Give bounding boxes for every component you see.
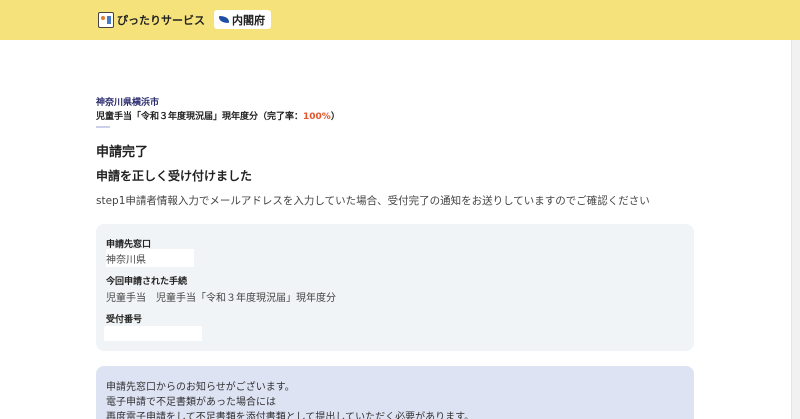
receipt-number-box — [104, 326, 202, 341]
procedure-title: 児童手当「令和３年度現況届」現年度分（完了率：100%） — [96, 109, 340, 122]
page-title: 申請完了 — [96, 145, 149, 160]
cabinet-office-name: 内閣府 — [232, 13, 265, 27]
brand-name: ぴったりサービス — [117, 13, 205, 27]
notice-line: 再度電子申請をして不足書類を添付書類として提出していただく必要があります。 — [106, 412, 475, 419]
completion-rate: 100% — [303, 112, 331, 122]
title-divider — [96, 126, 110, 128]
office-notice-card: 申請先窓口からのお知らせがございます。 電子申請で不足書類があった場合には 再度… — [96, 366, 694, 419]
procedure-label: 今回申請された手続 — [106, 277, 188, 287]
accepted-heading: 申請を正しく受け付けました — [96, 169, 253, 183]
page-scrollbar[interactable] — [791, 40, 800, 419]
site-header: ぴったりサービス 内閣府 — [0, 0, 800, 40]
municipality-name: 神奈川県横浜市 — [96, 98, 160, 108]
procedure-title-text: 児童手当「令和３年度現況届」現年度分（完了率： — [96, 112, 304, 122]
notice-line: 電子申請で不足書類があった場合には — [106, 397, 276, 408]
procedure-title-suffix: ） — [330, 112, 340, 122]
cabinet-office-logo-icon — [218, 14, 230, 26]
brand[interactable]: ぴったりサービス 内閣府 — [98, 10, 271, 29]
procedure-value: 児童手当 児童手当「令和３年度現況届」現年度分 — [106, 293, 336, 304]
cabinet-office-badge: 内閣府 — [214, 10, 271, 29]
application-info-card: 申請先窓口 神奈川県 今回申請された手続 児童手当 児童手当「令和３年度現況届」… — [96, 224, 694, 351]
notice-line: 申請先窓口からのお知らせがございます。 — [106, 382, 295, 393]
destination-value: 神奈川県 — [106, 255, 146, 266]
email-notice-text: step1申請者情報入力でメールアドレスを入力していた場合、受付完了の通知をお送… — [96, 195, 650, 207]
receipt-number-label: 受付番号 — [106, 315, 143, 325]
pittari-logo-icon — [98, 11, 114, 28]
